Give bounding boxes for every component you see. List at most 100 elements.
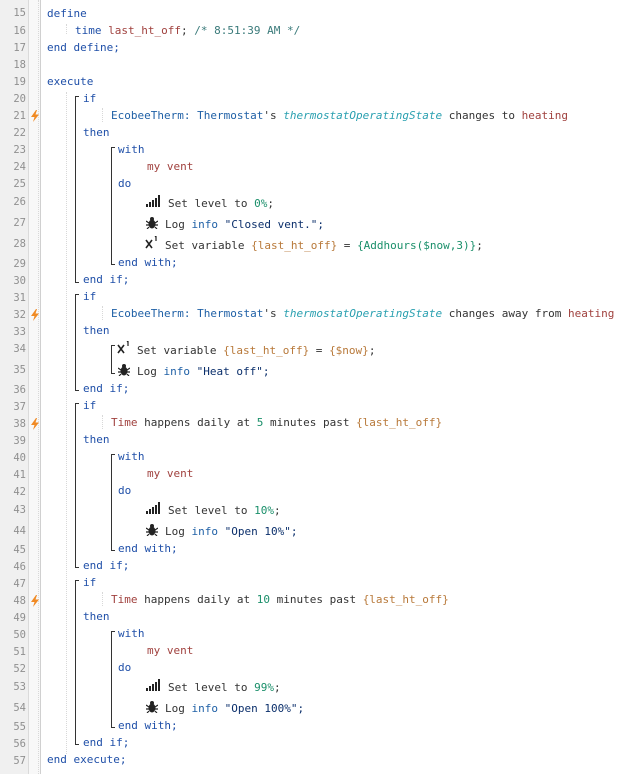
trigger-condition-1[interactable]: EcobeeTherm: Thermostat's thermostatOper… [111, 109, 568, 123]
device-my-vent-1[interactable]: my vent [147, 160, 193, 174]
with-block-bracket-1 [111, 147, 112, 265]
log-message: "Closed vent."; [218, 218, 324, 231]
line-number: 38 [13, 418, 26, 430]
line-number: 45 [13, 544, 26, 556]
bug-icon [146, 701, 158, 713]
line-number: 18 [13, 59, 26, 71]
line-number: 36 [13, 384, 26, 396]
possessive: 's [263, 307, 277, 320]
set-level-cmd-1[interactable]: Set level to 0%; [168, 197, 274, 211]
line-number: 53 [13, 681, 26, 693]
signal-level-icon [146, 679, 160, 691]
set-level-cmd-4[interactable]: Set level to 99%; [168, 681, 281, 695]
log-level: info [191, 702, 219, 715]
if-keyword-1[interactable]: if [83, 92, 96, 106]
level-value: 10% [254, 504, 274, 517]
end-execute-keyword[interactable]: end execute; [47, 753, 126, 767]
variable-name: {last_ht_off} [356, 416, 443, 429]
set-variable-cmd-1[interactable]: Set variable {last_ht_off} = {Addhours($… [165, 239, 483, 253]
set-variable-cmd-2[interactable]: Set variable {last_ht_off} = {$now}; [137, 344, 375, 358]
end-with-keyword-1[interactable]: end with; [118, 256, 178, 270]
indent-guide [66, 92, 67, 754]
then-keyword-2[interactable]: then [83, 324, 110, 338]
attribute-name: thermostatOperatingState [283, 109, 443, 122]
do-keyword-3[interactable]: do [118, 484, 131, 498]
cmd-text: Set level to [168, 504, 255, 517]
if-block-bracket-4 [75, 580, 76, 745]
if-keyword-2[interactable]: if [83, 290, 96, 304]
log-cmd-4[interactable]: Log info "Open 100%"; [165, 702, 304, 716]
define-variable-line[interactable]: time last_ht_off; /* 8:51:39 AM */ [75, 24, 300, 38]
trigger-condition-3[interactable]: Time happens daily at 5 minutes past {la… [111, 416, 442, 430]
line-number: 23 [13, 144, 26, 156]
end-define-keyword[interactable]: end define; [47, 41, 120, 55]
line-number: 50 [13, 629, 26, 641]
with-keyword-4[interactable]: with [118, 627, 145, 641]
with-block-bracket-3 [111, 454, 112, 551]
log-cmd-3[interactable]: Log info "Open 10%"; [165, 525, 297, 539]
end-if-keyword-4[interactable]: end if; [83, 736, 129, 750]
trigger-condition-4[interactable]: Time happens daily at 10 minutes past {l… [111, 593, 449, 607]
indent-guide [102, 306, 103, 320]
indent-guide [102, 415, 103, 429]
semicolon: ; [267, 197, 274, 210]
variable-icon [145, 236, 157, 249]
if-keyword-4[interactable]: if [83, 576, 96, 590]
line-number: 52 [13, 663, 26, 675]
line-number: 16 [13, 25, 26, 37]
then-keyword-3[interactable]: then [83, 433, 110, 447]
if-block-bracket-3 [75, 403, 76, 568]
line-number: 25 [13, 178, 26, 190]
then-keyword-1[interactable]: then [83, 126, 110, 140]
set-level-cmd-3[interactable]: Set level to 10%; [168, 504, 281, 518]
lightning-bolt-icon[interactable] [31, 418, 39, 430]
variable-expression: {$now} [329, 344, 369, 357]
end-if-keyword-3[interactable]: end if; [83, 559, 129, 573]
if-block-bracket-2 [75, 294, 76, 391]
trigger-condition-2[interactable]: EcobeeTherm: Thermostat's thermostatOper… [111, 307, 614, 321]
possessive: 's [263, 109, 277, 122]
variable-name: {last_ht_off} [251, 239, 338, 252]
log-cmd-1[interactable]: Log info "Closed vent."; [165, 218, 324, 232]
line-number: 56 [13, 738, 26, 750]
with-keyword-1[interactable]: with [118, 143, 145, 157]
log-message: "Heat off"; [190, 365, 270, 378]
define-keyword[interactable]: define [47, 7, 87, 21]
cmd-text: Set level to [168, 681, 255, 694]
line-number: 27 [13, 217, 26, 229]
line-number: 34 [13, 343, 26, 355]
cmd-text: Log [137, 365, 164, 378]
line-number: 21 [13, 110, 26, 122]
line-number: 46 [13, 561, 26, 573]
end-with-keyword-4[interactable]: end with; [118, 719, 178, 733]
cmd-text: Log [165, 702, 192, 715]
end-if-keyword-2[interactable]: end if; [83, 382, 129, 396]
lightning-bolt-icon[interactable] [31, 309, 39, 321]
indent-guide [102, 592, 103, 606]
then-keyword-4[interactable]: then [83, 610, 110, 624]
do-keyword-4[interactable]: do [118, 661, 131, 675]
end-with-keyword-3[interactable]: end with; [118, 542, 178, 556]
line-number: 44 [13, 525, 26, 537]
line-number: 47 [13, 578, 26, 590]
cmd-text: Log [165, 218, 192, 231]
variable-name: {last_ht_off} [362, 593, 449, 606]
end-if-keyword-1[interactable]: end if; [83, 273, 129, 287]
line-number: 41 [13, 469, 26, 481]
lightning-bolt-icon[interactable] [31, 595, 39, 607]
variable-expression: {Addhours($now,3)} [357, 239, 477, 252]
device-my-vent-3[interactable]: my vent [147, 467, 193, 481]
do-keyword-1[interactable]: do [118, 177, 131, 191]
lightning-bolt-icon[interactable] [31, 110, 39, 122]
line-number: 51 [13, 646, 26, 658]
attribute-name: thermostatOperatingState [283, 307, 443, 320]
if-keyword-3[interactable]: if [83, 399, 96, 413]
time-subject: Time [111, 416, 138, 429]
device-my-vent-4[interactable]: my vent [147, 644, 193, 658]
line-number: 40 [13, 452, 26, 464]
log-cmd-2[interactable]: Log info "Heat off"; [137, 365, 269, 379]
line-number: 48 [13, 595, 26, 607]
with-keyword-3[interactable]: with [118, 450, 145, 464]
execute-keyword[interactable]: execute [47, 75, 93, 89]
indent-guide [66, 24, 67, 34]
